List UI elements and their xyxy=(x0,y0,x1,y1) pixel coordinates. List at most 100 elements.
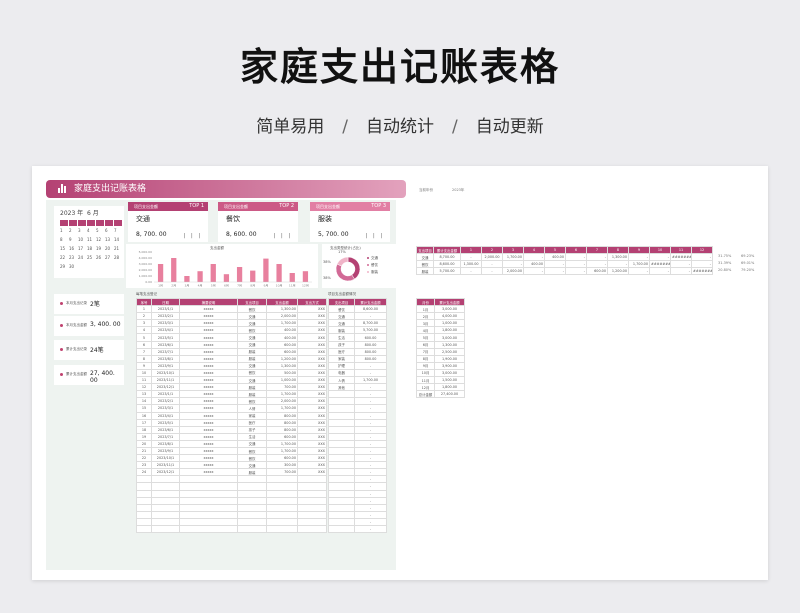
table-cell[interactable]: 3 xyxy=(136,319,152,328)
table-cell[interactable]: - xyxy=(481,267,503,276)
table-cell[interactable]: 餐饮 xyxy=(237,454,267,463)
table-cell[interactable]: - xyxy=(354,432,387,441)
table-cell[interactable]: xxxxx xyxy=(179,432,238,441)
table-cell[interactable]: XXX xyxy=(297,425,327,434)
table-cell[interactable]: - xyxy=(649,267,671,276)
table-cell[interactable]: 交通 xyxy=(328,319,355,328)
table-cell[interactable]: xxxxx xyxy=(179,425,238,434)
table-cell[interactable] xyxy=(297,503,327,512)
table-cell[interactable]: 服装 xyxy=(237,347,267,356)
calendar-day[interactable] xyxy=(78,263,86,271)
table-cell[interactable] xyxy=(328,432,355,441)
table-cell[interactable]: 1,000.00 xyxy=(266,376,298,385)
table-cell[interactable]: - xyxy=(354,468,387,477)
table-cell[interactable] xyxy=(237,510,267,519)
table-cell[interactable]: XXX xyxy=(297,418,327,427)
table-cell[interactable]: 餐饮 xyxy=(237,305,267,314)
table-cell[interactable]: 2023/3/1 xyxy=(151,319,180,328)
calendar-day[interactable]: 11 xyxy=(87,236,95,244)
table-cell[interactable] xyxy=(151,517,180,527)
table-cell[interactable]: 交通 xyxy=(237,439,267,448)
table-cell[interactable]: - xyxy=(586,260,608,269)
table-cell[interactable]: xxxxx xyxy=(179,446,238,456)
table-cell[interactable]: 2023/10/1 xyxy=(151,454,180,463)
table-cell[interactable]: xxxxx xyxy=(179,404,238,413)
table-cell[interactable]: - xyxy=(354,411,387,420)
table-cell[interactable]: 10月 xyxy=(416,368,435,378)
table-cell[interactable] xyxy=(328,510,355,519)
table-cell[interactable]: 1,300.00 xyxy=(460,260,482,269)
table-cell[interactable]: 交通 xyxy=(237,461,267,470)
table-cell[interactable]: 600.00 xyxy=(266,347,298,356)
table-cell[interactable]: xxxxx xyxy=(179,390,238,399)
calendar-day[interactable]: 27 xyxy=(105,254,113,262)
table-cell[interactable]: 4 xyxy=(136,326,152,335)
table-cell[interactable]: 2023/5/1 xyxy=(151,418,180,427)
table-cell[interactable]: - xyxy=(354,482,387,491)
table-cell[interactable]: 600.00 xyxy=(266,454,298,463)
table-cell[interactable]: xxxxx xyxy=(179,397,238,406)
table-cell[interactable]: 其他 xyxy=(328,383,355,392)
table-cell[interactable]: - xyxy=(628,253,650,262)
table-cell[interactable] xyxy=(266,517,298,527)
calendar-month[interactable]: 6 月 xyxy=(87,210,99,217)
table-cell[interactable]: XXX xyxy=(297,439,327,448)
table-cell[interactable] xyxy=(237,496,267,505)
table-cell[interactable] xyxy=(328,411,355,420)
table-cell[interactable]: 27,400.00 xyxy=(434,390,465,399)
table-cell[interactable]: xxxxx xyxy=(179,439,238,448)
table-cell[interactable]: 600.00 xyxy=(354,333,387,342)
table-cell[interactable] xyxy=(151,489,180,498)
table-cell[interactable] xyxy=(179,475,238,484)
table-cell[interactable]: 7 xyxy=(136,347,152,356)
table-cell[interactable]: - xyxy=(354,475,387,484)
calendar-day[interactable]: 18 xyxy=(87,245,95,253)
table-cell[interactable]: 1月 xyxy=(416,305,435,314)
table-cell[interactable] xyxy=(136,496,152,505)
table-cell[interactable]: XXX xyxy=(297,446,327,456)
table-cell[interactable]: 2,000.00 xyxy=(481,253,503,262)
table-cell[interactable]: 1,300.00 xyxy=(434,340,465,349)
table-cell[interactable]: 16 xyxy=(136,411,152,420)
table-cell[interactable]: XXX xyxy=(297,461,327,470)
table-cell[interactable]: 14 xyxy=(136,397,152,406)
table-cell[interactable] xyxy=(237,475,267,484)
table-cell[interactable]: 1,500.00 xyxy=(434,376,465,385)
table-cell[interactable] xyxy=(328,446,355,456)
calendar-day[interactable]: 1 xyxy=(60,227,68,235)
calendar-day[interactable]: 22 xyxy=(60,254,68,262)
table-cell[interactable]: - xyxy=(502,260,524,269)
table-cell[interactable]: 1,700.00 xyxy=(266,319,298,328)
table-cell[interactable]: - xyxy=(354,397,387,406)
table-cell[interactable] xyxy=(136,503,152,512)
table-cell[interactable]: 1,700.00 xyxy=(354,376,387,385)
table-cell[interactable]: 400.00 xyxy=(544,253,566,262)
table-cell[interactable]: 8,600.00 xyxy=(433,260,461,269)
table-cell[interactable]: 7月 xyxy=(416,347,435,356)
table-cell[interactable]: XXX xyxy=(297,376,327,385)
table-cell[interactable] xyxy=(179,482,238,491)
table-cell[interactable]: 800.00 xyxy=(354,347,387,356)
table-cell[interactable]: - xyxy=(481,260,503,269)
table-cell[interactable]: xxxxx xyxy=(179,418,238,427)
calendar-day[interactable]: 2 xyxy=(69,227,77,235)
table-cell[interactable]: 2023/6/1 xyxy=(151,425,180,434)
table-cell[interactable]: 交通 xyxy=(237,361,267,370)
table-cell[interactable]: 2023/8/1 xyxy=(151,439,180,448)
table-cell[interactable] xyxy=(151,510,180,519)
calendar-day[interactable]: 16 xyxy=(69,245,77,253)
calendar-day[interactable]: 14 xyxy=(114,236,122,244)
table-cell[interactable]: - xyxy=(354,361,387,370)
table-cell[interactable]: 家装 xyxy=(237,411,267,420)
table-cell[interactable]: 2,000.00 xyxy=(266,397,298,406)
table-cell[interactable]: 人情 xyxy=(328,376,355,385)
table-cell[interactable]: - xyxy=(354,312,387,321)
table-cell[interactable]: 孩子 xyxy=(328,340,355,349)
table-cell[interactable]: 交通 xyxy=(416,253,434,262)
table-cell[interactable]: 1,300.00 xyxy=(607,253,629,262)
calendar-day[interactable]: 15 xyxy=(60,245,68,253)
table-cell[interactable] xyxy=(179,503,238,512)
table-cell[interactable]: 3,900.00 xyxy=(434,361,465,370)
calendar-day[interactable] xyxy=(87,263,95,271)
table-cell[interactable]: 1,700.00 xyxy=(266,390,298,399)
